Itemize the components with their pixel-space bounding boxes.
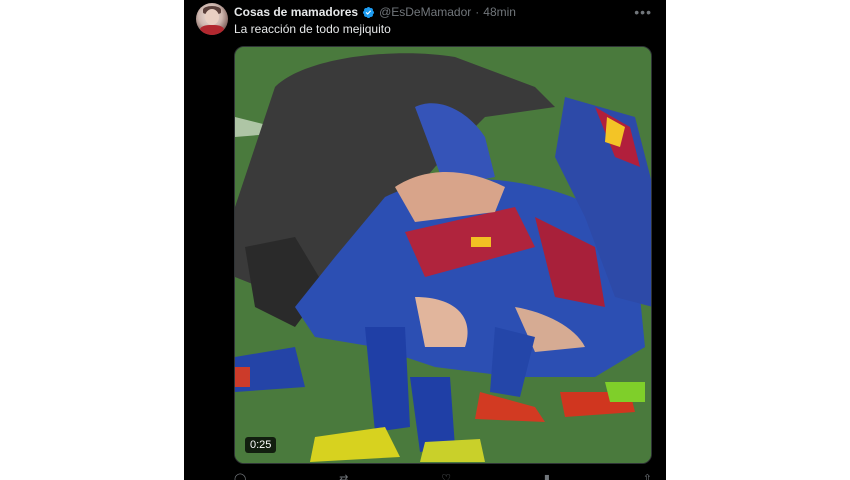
- avatar[interactable]: [196, 3, 228, 35]
- avatar-shirt: [200, 25, 224, 35]
- author-handle[interactable]: @EsDeMamador: [379, 5, 471, 19]
- separator-dot: ·: [475, 5, 480, 19]
- tweet-card[interactable]: Cosas de mamadores @EsDeMamador · 48min …: [184, 0, 666, 480]
- tweet-actions: ◯ ⇄ ♡ ▮ ⇧: [234, 472, 652, 480]
- video-duration-badge: 0:25: [245, 437, 277, 453]
- video-frame: [235, 47, 651, 463]
- author-name[interactable]: Cosas de mamadores: [234, 5, 358, 19]
- tweet-text: La reacción de todo mejiquito: [234, 22, 391, 36]
- timestamp[interactable]: 48min: [483, 5, 516, 19]
- share-icon[interactable]: ⇧: [643, 472, 652, 480]
- video-player[interactable]: 0:25: [234, 46, 652, 464]
- avatar-face: [205, 9, 219, 25]
- verified-badge-icon: [363, 6, 375, 18]
- views-icon[interactable]: ▮: [544, 472, 550, 480]
- tweet-header: Cosas de mamadores @EsDeMamador · 48min: [234, 4, 516, 20]
- more-horizontal-icon[interactable]: •••: [634, 4, 652, 20]
- reply-icon[interactable]: ◯: [234, 472, 246, 480]
- like-icon[interactable]: ♡: [441, 472, 451, 480]
- retweet-icon[interactable]: ⇄: [339, 472, 348, 480]
